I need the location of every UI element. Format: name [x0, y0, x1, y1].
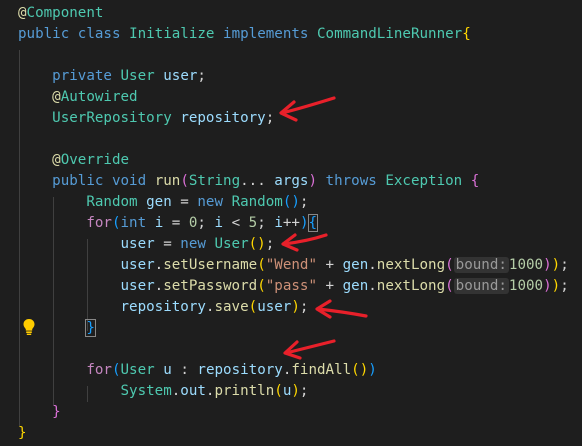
code-editor[interactable]: @Component public class Initialize implem…: [0, 0, 582, 446]
red-arrow-icon: [281, 233, 328, 252]
red-arrow-icon: [315, 299, 368, 319]
red-arrow-icon: [279, 96, 336, 122]
red-arrow-icon: [283, 339, 336, 360]
annotation-arrows: [279, 96, 368, 360]
